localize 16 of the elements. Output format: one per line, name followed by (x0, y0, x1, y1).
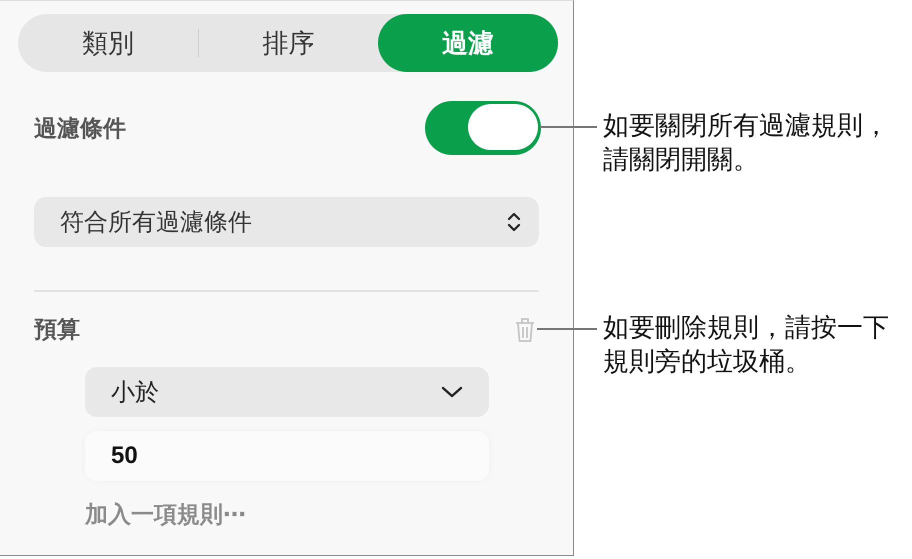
value-field[interactable]: 50 (85, 431, 489, 481)
match-popup[interactable]: 符合所有過濾條件 (34, 197, 539, 247)
leader-line (537, 328, 597, 330)
callout-text: 規則旁的垃圾桶。 (603, 345, 812, 378)
callout-text: 如要關閉所有過濾規則， (603, 109, 889, 142)
rule-title: 預算 (34, 315, 80, 344)
chevron-up-down-icon (507, 211, 521, 233)
toggle-switch[interactable] (425, 101, 541, 155)
tab[interactable]: 類別 (18, 14, 198, 72)
tab[interactable]: 排序 (198, 14, 378, 72)
operator-dropdown[interactable]: 小於 (85, 367, 489, 417)
callout-text: 如要刪除規則，請按一下 (603, 311, 889, 344)
leader-line (540, 126, 597, 128)
section-title: 過濾條件 (34, 114, 126, 142)
chevron-down-icon (441, 385, 463, 399)
callout-text: 請關閉開關。 (603, 143, 760, 176)
